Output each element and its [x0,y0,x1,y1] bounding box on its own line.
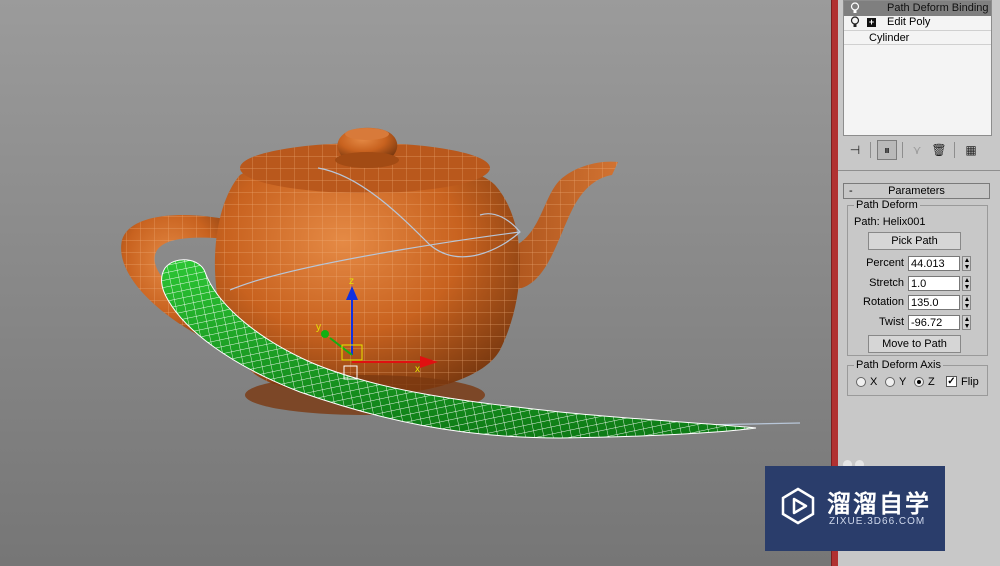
modifier-stack-toolbar: ⊣ ⏸ ⋎ 🗑 ▦ [843,140,993,162]
axis-y-label: Y [899,376,907,388]
watermark-url: ZIXUE.3D66.COM [829,516,926,527]
pin-stack-icon[interactable]: ⊣ [845,140,865,160]
path-label: Path: Helix001 [854,216,926,228]
show-end-result-icon[interactable]: ⏸ [877,140,897,160]
axis-z-label: Z [928,376,935,388]
modifier-label: Cylinder [869,32,910,44]
separator [838,170,1000,171]
collapse-icon[interactable]: - [849,184,853,198]
play-logo-icon [781,487,815,525]
modifier-stack-list[interactable]: Path Deform Binding (WS) + Edit Poly Cyl… [843,0,992,136]
gizmo-y-label: y [316,322,321,333]
stretch-label: Stretch [869,277,904,289]
lightbulb-icon[interactable] [850,2,860,14]
axis-z-radio[interactable] [914,377,924,387]
twist-input[interactable] [908,315,960,330]
rollout-title: Parameters [888,185,945,197]
viewport-scene: z x y [121,127,801,439]
percent-input[interactable] [908,256,960,271]
move-to-path-button[interactable]: Move to Path [868,335,961,353]
pick-path-button[interactable]: Pick Path [868,232,961,250]
gizmo-x-label: x [415,364,420,375]
parameters-rollout-header[interactable]: - Parameters [843,183,990,199]
gizmo-z-label: z [349,276,354,287]
watermark: 溜溜自学 ZIXUE.3D66.COM [765,466,945,551]
percent-label: Percent [866,257,904,269]
rotation-label: Rotation [863,296,904,308]
modifier-label: Edit Poly [887,16,931,28]
watermark-title: 溜溜自学 [827,490,931,518]
teapot-lid [335,127,399,168]
twist-label: Twist [878,316,904,328]
group-title: Path Deform [854,199,920,211]
modifier-stack-item-edit-poly[interactable]: + Edit Poly [844,15,991,30]
flip-label: Flip [961,376,979,388]
stretch-spinner[interactable] [962,276,971,291]
modifier-label: Path Deform Binding (WS) [887,2,991,14]
configure-modifier-sets-icon[interactable]: ▦ [961,140,981,160]
stretch-input[interactable] [908,276,960,291]
make-unique-icon[interactable]: ⋎ [907,140,927,160]
modifier-stack-item-cylinder[interactable]: Cylinder [844,30,991,45]
percent-spinner[interactable] [962,256,971,271]
axis-x-label: X [870,376,878,388]
axis-y-radio[interactable] [885,377,895,387]
modifier-stack-item-path-deform[interactable]: Path Deform Binding (WS) [844,1,991,16]
axis-x-radio[interactable] [856,377,866,387]
viewport-perspective[interactable]: z x y [0,0,831,566]
group-title: Path Deform Axis [854,359,943,371]
lightbulb-icon[interactable] [850,16,860,28]
flip-checkbox[interactable]: ✓ [946,376,957,387]
expand-plus-icon[interactable]: + [867,18,876,27]
twist-spinner[interactable] [962,315,971,330]
remove-modifier-icon[interactable]: 🗑 [929,140,949,160]
rotation-input[interactable] [908,295,960,310]
rotation-spinner[interactable] [962,295,971,310]
